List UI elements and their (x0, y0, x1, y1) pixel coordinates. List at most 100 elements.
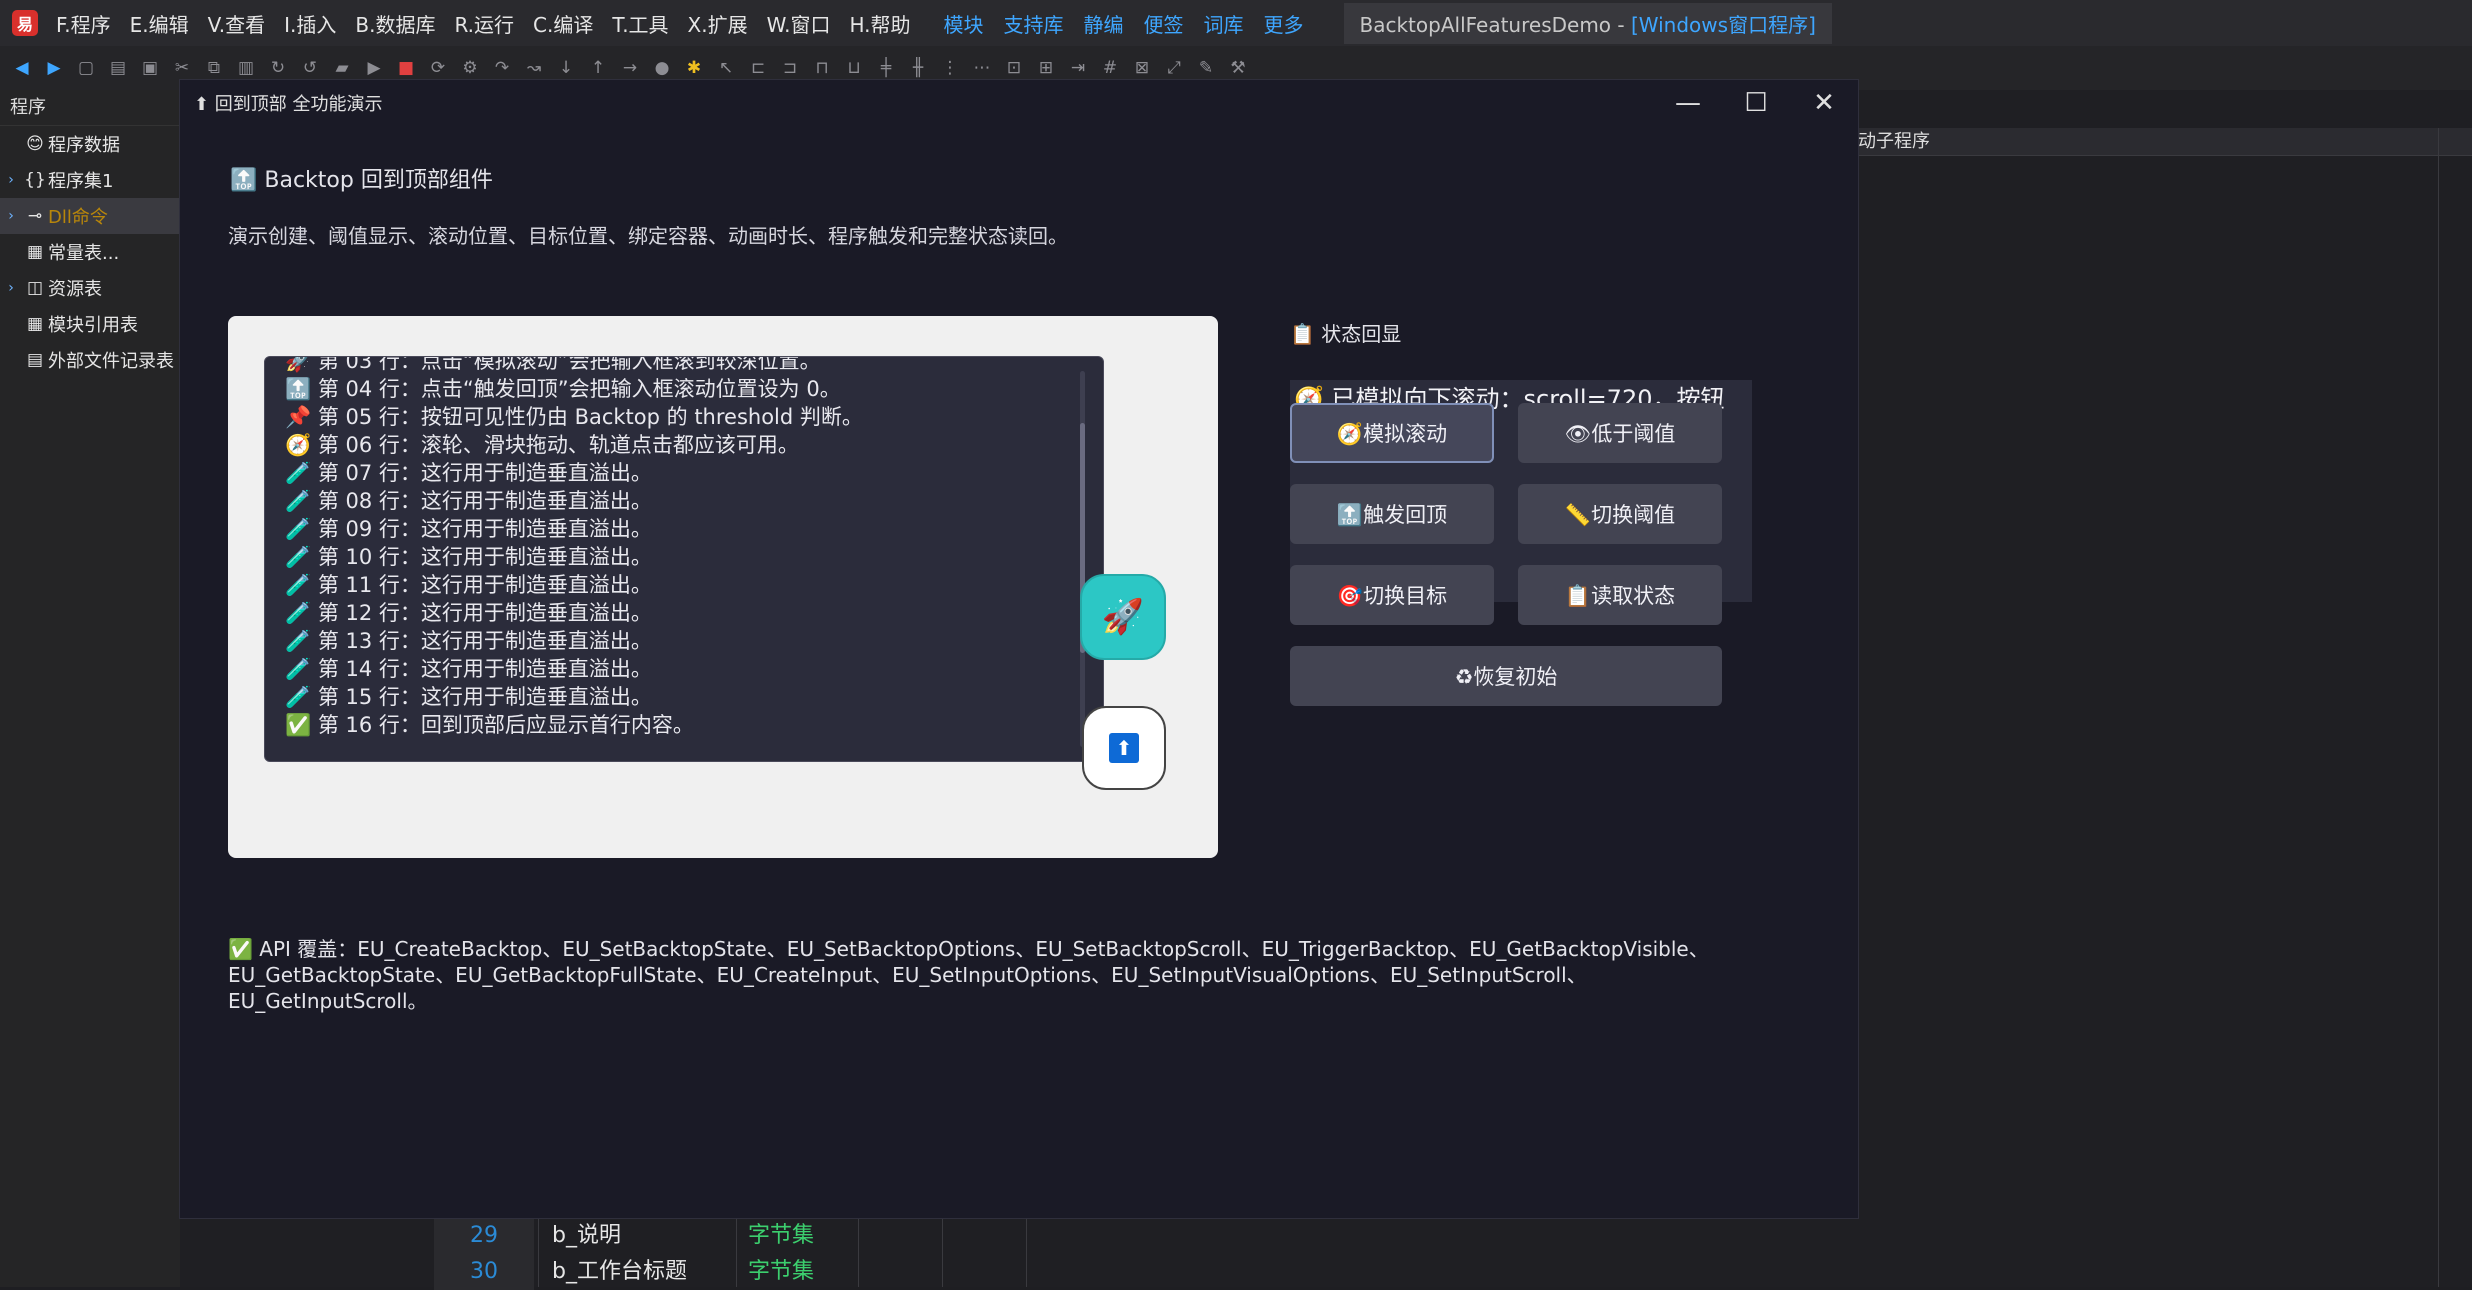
new-icon[interactable]: ▢ (76, 58, 96, 78)
backtop-button[interactable]: ⬆ (1082, 706, 1166, 790)
align-bottom-icon[interactable]: ⊔ (844, 58, 864, 78)
open-icon[interactable]: ▤ (108, 58, 128, 78)
list-item: 🧪 第 09 行：这行用于制造垂直溢出。 (285, 517, 652, 541)
run-icon[interactable]: ▶ (364, 58, 384, 78)
input-lines: 🚀 第 03 行：点击“模拟滚动”会把输入框滚到较深位置。 🔝 第 04 行：点击… (285, 357, 863, 739)
list-item: 🧪 第 07 行：这行用于制造垂直溢出。 (285, 461, 652, 485)
bulb-icon[interactable]: ✱ (684, 58, 704, 78)
ide-document-tab[interactable]: BacktopAllFeaturesDemo - [Windows窗口程序] (1343, 2, 1832, 44)
simulate-scroll-button[interactable]: 🧭模拟滚动 (1290, 403, 1494, 463)
step-icon[interactable]: ↷ (492, 58, 512, 78)
tree-node-icon: ◫ (26, 278, 44, 298)
align-right-icon[interactable]: ⊐ (780, 58, 800, 78)
step-over-icon[interactable]: ↝ (524, 58, 544, 78)
menu-tools[interactable]: T.工具 (612, 9, 668, 38)
table-row[interactable]: 30 b_工作台标题 字节集 (434, 1254, 1134, 1290)
read-state-button[interactable]: 📋读取状态 (1518, 565, 1722, 625)
tree-item-label: 模块引用表 (48, 315, 138, 336)
maximize-button[interactable]: ☐ (1722, 80, 1790, 126)
toggle-target-button[interactable]: 🎯切换目标 (1290, 565, 1494, 625)
forward-icon[interactable]: ▶ (44, 58, 64, 78)
tree-node-icon: ▦ (26, 314, 44, 334)
compile-icon[interactable]: ⚙ (460, 58, 480, 78)
link-more[interactable]: 更多 (1264, 9, 1304, 38)
link-support-lib[interactable]: 支持库 (1004, 9, 1064, 38)
menu-run[interactable]: R.运行 (454, 9, 514, 38)
menu-view[interactable]: V.查看 (208, 9, 265, 38)
minimize-button[interactable]: — (1654, 80, 1722, 126)
menu-compile[interactable]: C.编译 (533, 9, 593, 38)
folder-icon[interactable]: ▰ (332, 58, 352, 78)
row-number: 30 (434, 1254, 534, 1290)
menu-insert[interactable]: I.插入 (284, 9, 336, 38)
menu-database[interactable]: B.数据库 (355, 9, 435, 38)
fit-icon[interactable]: ⊞ (1036, 58, 1056, 78)
tree-item[interactable]: › ⊸ Dll命令 (0, 198, 180, 234)
table-row[interactable]: 29 b_说明 字节集 (434, 1218, 1134, 1254)
link-notes[interactable]: 便签 (1144, 9, 1184, 38)
row-type: 字节集 (748, 1259, 815, 1284)
reset-button[interactable]: ♻恢复初始 (1290, 646, 1722, 706)
tree-item-label: 程序数据 (48, 135, 120, 156)
link-module[interactable]: 模块 (944, 9, 984, 38)
step-in-icon[interactable]: ↓ (556, 58, 576, 78)
breakpoint-icon[interactable]: ● (652, 58, 672, 78)
ide-window: 易 F.程序 E.编辑 V.查看 I.插入 B.数据库 R.运行 C.编译 T.… (0, 0, 2472, 1290)
list-item: 🧪 第 10 行：这行用于制造垂直溢出。 (285, 545, 652, 569)
menu-window[interactable]: W.窗口 (767, 9, 831, 38)
grid-icon[interactable]: # (1100, 58, 1120, 78)
below-threshold-button[interactable]: 👁低于阈值 (1518, 403, 1722, 463)
tree-item[interactable]: ›{} 程序集1 (0, 162, 180, 198)
demo-window: ⬆ 回到顶部 全功能演示 — ☐ ✕ 🔝 Backtop 回到顶部组件 演示创建… (180, 80, 1858, 1218)
rocket-backtop-button[interactable]: 🚀 (1080, 574, 1166, 660)
undo-icon[interactable]: ↺ (300, 58, 320, 78)
lock-icon[interactable]: ⊠ (1132, 58, 1152, 78)
run-to-icon[interactable]: → (620, 58, 640, 78)
window-title: ⬆ 回到顶部 全功能演示 (194, 94, 383, 115)
tree-item[interactable]: ▤ 外部文件记录表 (0, 342, 180, 378)
link-lexicon[interactable]: 词库 (1204, 9, 1244, 38)
cursor-icon[interactable]: ↖ (716, 58, 736, 78)
save-icon[interactable]: ▣ (140, 58, 160, 78)
close-button[interactable]: ✕ (1790, 80, 1858, 126)
size-icon[interactable]: ⊡ (1004, 58, 1024, 78)
back-icon[interactable]: ◀ (12, 58, 32, 78)
align-top-icon[interactable]: ⊓ (812, 58, 832, 78)
list-item: 🔝 第 04 行：点击“触发回顶”会把输入框滚动位置设为 0。 (285, 377, 841, 401)
vertical-scrollbar[interactable] (1080, 371, 1085, 747)
tools-icon[interactable]: ⚒ (1228, 58, 1248, 78)
redo-icon[interactable]: ↻ (268, 58, 288, 78)
paste-icon[interactable]: ▥ (236, 58, 256, 78)
scroll-input-box[interactable]: 🚀 第 03 行：点击“模拟滚动”会把输入框滚到较深位置。 🔝 第 04 行：点击… (264, 356, 1104, 762)
menu-program[interactable]: F.程序 (56, 9, 111, 38)
tree-twisty-icon[interactable]: › (0, 172, 22, 188)
link-static[interactable]: 静编 (1084, 9, 1124, 38)
copy-icon[interactable]: ⧉ (204, 58, 224, 78)
cut-icon[interactable]: ✂ (172, 58, 192, 78)
step-out-icon[interactable]: ↑ (588, 58, 608, 78)
align-left-icon[interactable]: ⊏ (748, 58, 768, 78)
tree-item[interactable]: › ◫ 资源表 (0, 270, 180, 306)
menu-help[interactable]: H.帮助 (849, 9, 910, 38)
tree-item[interactable]: ▦ 模块引用表 (0, 306, 180, 342)
program-sidebar: 程序 😊 程序数据 ›{} 程序集1 › ⊸ Dll命令 ▦ 常量表... › ◫ 资源表 ▦ 模块引用表… (0, 90, 180, 1287)
wand-icon[interactable]: ✎ (1196, 58, 1216, 78)
tree-item-label: 常量表... (48, 243, 120, 264)
tree-item[interactable]: ▦ 常量表... (0, 234, 180, 270)
right-panel-header: 动子程序 (1858, 128, 2472, 156)
toggle-threshold-button[interactable]: 📏切换阈值 (1518, 484, 1722, 544)
center-h-icon[interactable]: ╫ (908, 58, 928, 78)
tree-twisty-icon[interactable]: › (0, 208, 22, 224)
stop-icon[interactable]: ■ (396, 58, 416, 78)
refresh-icon[interactable]: ⟳ (428, 58, 448, 78)
tab-order-icon[interactable]: ⇥ (1068, 58, 1088, 78)
center-v-icon[interactable]: ╪ (876, 58, 896, 78)
trigger-backtop-button[interactable]: 🔝触发回顶 (1290, 484, 1494, 544)
tree-item[interactable]: 😊 程序数据 (0, 126, 180, 162)
tree-twisty-icon[interactable]: › (0, 280, 22, 296)
distribute-icon[interactable]: ⋮ (940, 58, 960, 78)
menu-edit[interactable]: E.编辑 (130, 9, 189, 38)
expand-icon[interactable]: ⤢ (1164, 58, 1184, 78)
space-icon[interactable]: ⋯ (972, 58, 992, 78)
menu-extend[interactable]: X.扩展 (688, 9, 748, 38)
